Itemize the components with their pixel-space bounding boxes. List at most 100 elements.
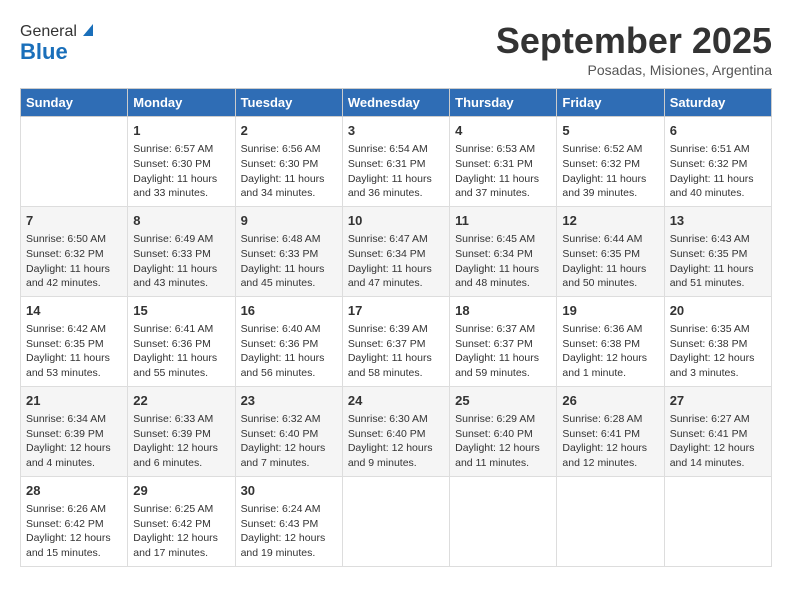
calendar-cell bbox=[450, 476, 557, 566]
day-info: Sunrise: 6:25 AM Sunset: 6:42 PM Dayligh… bbox=[133, 502, 229, 561]
col-header-thursday: Thursday bbox=[450, 89, 557, 117]
day-number: 27 bbox=[670, 392, 766, 410]
calendar-cell: 27 Sunrise: 6:27 AM Sunset: 6:41 PM Dayli… bbox=[664, 386, 771, 476]
calendar-cell: 17 Sunrise: 6:39 AM Sunset: 6:37 PM Dayli… bbox=[342, 296, 449, 386]
day-number: 19 bbox=[562, 302, 658, 320]
day-info: Sunrise: 6:50 AM Sunset: 6:32 PM Dayligh… bbox=[26, 232, 122, 291]
day-number: 24 bbox=[348, 392, 444, 410]
day-number: 7 bbox=[26, 212, 122, 230]
calendar-cell: 11 Sunrise: 6:45 AM Sunset: 6:34 PM Dayli… bbox=[450, 206, 557, 296]
day-info: Sunrise: 6:48 AM Sunset: 6:33 PM Dayligh… bbox=[241, 232, 337, 291]
calendar-cell: 29 Sunrise: 6:25 AM Sunset: 6:42 PM Dayli… bbox=[128, 476, 235, 566]
day-info: Sunrise: 6:28 AM Sunset: 6:41 PM Dayligh… bbox=[562, 412, 658, 471]
week-row-4: 21 Sunrise: 6:34 AM Sunset: 6:39 PM Dayli… bbox=[21, 386, 772, 476]
calendar-cell: 1Sunrise: 6:57 AM Sunset: 6:30 PM Daylig… bbox=[128, 117, 235, 207]
week-row-3: 14Sunrise: 6:42 AM Sunset: 6:35 PM Dayli… bbox=[21, 296, 772, 386]
calendar-cell bbox=[21, 117, 128, 207]
calendar-cell: 9 Sunrise: 6:48 AM Sunset: 6:33 PM Daylig… bbox=[235, 206, 342, 296]
calendar-cell: 20 Sunrise: 6:35 AM Sunset: 6:38 PM Dayli… bbox=[664, 296, 771, 386]
day-info: Sunrise: 6:47 AM Sunset: 6:34 PM Dayligh… bbox=[348, 232, 444, 291]
week-row-5: 28Sunrise: 6:26 AM Sunset: 6:42 PM Dayli… bbox=[21, 476, 772, 566]
col-header-wednesday: Wednesday bbox=[342, 89, 449, 117]
logo: General Blue bbox=[20, 20, 97, 65]
day-number: 16 bbox=[241, 302, 337, 320]
calendar-header: SundayMondayTuesdayWednesdayThursdayFrid… bbox=[21, 89, 772, 117]
day-number: 23 bbox=[241, 392, 337, 410]
calendar-cell: 12 Sunrise: 6:44 AM Sunset: 6:35 PM Dayli… bbox=[557, 206, 664, 296]
day-number: 20 bbox=[670, 302, 766, 320]
day-info: Sunrise: 6:34 AM Sunset: 6:39 PM Dayligh… bbox=[26, 412, 122, 471]
col-header-saturday: Saturday bbox=[664, 89, 771, 117]
day-info: Sunrise: 6:54 AM Sunset: 6:31 PM Dayligh… bbox=[348, 142, 444, 201]
calendar-cell: 24 Sunrise: 6:30 AM Sunset: 6:40 PM Dayli… bbox=[342, 386, 449, 476]
day-info: Sunrise: 6:27 AM Sunset: 6:41 PM Dayligh… bbox=[670, 412, 766, 471]
calendar-cell: 25 Sunrise: 6:29 AM Sunset: 6:40 PM Dayli… bbox=[450, 386, 557, 476]
day-info: Sunrise: 6:51 AM Sunset: 6:32 PM Dayligh… bbox=[670, 142, 766, 201]
calendar-cell: 5 Sunrise: 6:52 AM Sunset: 6:32 PM Daylig… bbox=[557, 117, 664, 207]
day-number: 5 bbox=[562, 122, 658, 140]
calendar-cell: 8Sunrise: 6:49 AM Sunset: 6:33 PM Daylig… bbox=[128, 206, 235, 296]
day-info: Sunrise: 6:52 AM Sunset: 6:32 PM Dayligh… bbox=[562, 142, 658, 201]
day-number: 15 bbox=[133, 302, 229, 320]
week-row-2: 7 Sunrise: 6:50 AM Sunset: 6:32 PM Daylig… bbox=[21, 206, 772, 296]
calendar-cell: 22Sunrise: 6:33 AM Sunset: 6:39 PM Dayli… bbox=[128, 386, 235, 476]
calendar-table: SundayMondayTuesdayWednesdayThursdayFrid… bbox=[20, 88, 772, 567]
day-number: 28 bbox=[26, 482, 122, 500]
day-info: Sunrise: 6:29 AM Sunset: 6:40 PM Dayligh… bbox=[455, 412, 551, 471]
day-number: 17 bbox=[348, 302, 444, 320]
day-info: Sunrise: 6:37 AM Sunset: 6:37 PM Dayligh… bbox=[455, 322, 551, 381]
day-info: Sunrise: 6:45 AM Sunset: 6:34 PM Dayligh… bbox=[455, 232, 551, 291]
calendar-cell: 16 Sunrise: 6:40 AM Sunset: 6:36 PM Dayli… bbox=[235, 296, 342, 386]
calendar-cell: 23 Sunrise: 6:32 AM Sunset: 6:40 PM Dayli… bbox=[235, 386, 342, 476]
day-info: Sunrise: 6:40 AM Sunset: 6:36 PM Dayligh… bbox=[241, 322, 337, 381]
day-number: 6 bbox=[670, 122, 766, 140]
day-info: Sunrise: 6:56 AM Sunset: 6:30 PM Dayligh… bbox=[241, 142, 337, 201]
calendar-cell: 26 Sunrise: 6:28 AM Sunset: 6:41 PM Dayli… bbox=[557, 386, 664, 476]
col-header-monday: Monday bbox=[128, 89, 235, 117]
day-info: Sunrise: 6:53 AM Sunset: 6:31 PM Dayligh… bbox=[455, 142, 551, 201]
day-info: Sunrise: 6:44 AM Sunset: 6:35 PM Dayligh… bbox=[562, 232, 658, 291]
logo-icon bbox=[79, 20, 97, 38]
day-number: 26 bbox=[562, 392, 658, 410]
day-info: Sunrise: 6:32 AM Sunset: 6:40 PM Dayligh… bbox=[241, 412, 337, 471]
col-header-tuesday: Tuesday bbox=[235, 89, 342, 117]
calendar-cell bbox=[557, 476, 664, 566]
day-info: Sunrise: 6:57 AM Sunset: 6:30 PM Dayligh… bbox=[133, 142, 229, 201]
col-header-friday: Friday bbox=[557, 89, 664, 117]
calendar-cell: 19Sunrise: 6:36 AM Sunset: 6:38 PM Dayli… bbox=[557, 296, 664, 386]
day-number: 9 bbox=[241, 212, 337, 230]
day-info: Sunrise: 6:24 AM Sunset: 6:43 PM Dayligh… bbox=[241, 502, 337, 561]
day-number: 29 bbox=[133, 482, 229, 500]
calendar-cell: 18 Sunrise: 6:37 AM Sunset: 6:37 PM Dayli… bbox=[450, 296, 557, 386]
day-info: Sunrise: 6:49 AM Sunset: 6:33 PM Dayligh… bbox=[133, 232, 229, 291]
day-number: 4 bbox=[455, 122, 551, 140]
day-number: 22 bbox=[133, 392, 229, 410]
day-number: 2 bbox=[241, 122, 337, 140]
calendar-cell: 30Sunrise: 6:24 AM Sunset: 6:43 PM Dayli… bbox=[235, 476, 342, 566]
calendar-cell: 10Sunrise: 6:47 AM Sunset: 6:34 PM Dayli… bbox=[342, 206, 449, 296]
day-info: Sunrise: 6:39 AM Sunset: 6:37 PM Dayligh… bbox=[348, 322, 444, 381]
day-number: 12 bbox=[562, 212, 658, 230]
day-info: Sunrise: 6:35 AM Sunset: 6:38 PM Dayligh… bbox=[670, 322, 766, 381]
calendar-cell: 7 Sunrise: 6:50 AM Sunset: 6:32 PM Daylig… bbox=[21, 206, 128, 296]
page-header: General Blue September 2025 Posadas, Mis… bbox=[20, 20, 772, 78]
calendar-cell: 28Sunrise: 6:26 AM Sunset: 6:42 PM Dayli… bbox=[21, 476, 128, 566]
day-info: Sunrise: 6:43 AM Sunset: 6:35 PM Dayligh… bbox=[670, 232, 766, 291]
day-number: 11 bbox=[455, 212, 551, 230]
day-info: Sunrise: 6:41 AM Sunset: 6:36 PM Dayligh… bbox=[133, 322, 229, 381]
day-number: 21 bbox=[26, 392, 122, 410]
calendar-cell: 4 Sunrise: 6:53 AM Sunset: 6:31 PM Daylig… bbox=[450, 117, 557, 207]
logo-general-text: General bbox=[20, 23, 77, 41]
calendar-cell: 21 Sunrise: 6:34 AM Sunset: 6:39 PM Dayli… bbox=[21, 386, 128, 476]
calendar-cell: 6 Sunrise: 6:51 AM Sunset: 6:32 PM Daylig… bbox=[664, 117, 771, 207]
calendar-cell: 15 Sunrise: 6:41 AM Sunset: 6:36 PM Dayli… bbox=[128, 296, 235, 386]
day-number: 18 bbox=[455, 302, 551, 320]
day-number: 25 bbox=[455, 392, 551, 410]
title-block: September 2025 Posadas, Misiones, Argent… bbox=[496, 20, 772, 78]
calendar-cell: 14Sunrise: 6:42 AM Sunset: 6:35 PM Dayli… bbox=[21, 296, 128, 386]
week-row-1: 1Sunrise: 6:57 AM Sunset: 6:30 PM Daylig… bbox=[21, 117, 772, 207]
calendar-cell: 2 Sunrise: 6:56 AM Sunset: 6:30 PM Daylig… bbox=[235, 117, 342, 207]
location-subtitle: Posadas, Misiones, Argentina bbox=[496, 62, 772, 78]
day-number: 14 bbox=[26, 302, 122, 320]
day-info: Sunrise: 6:30 AM Sunset: 6:40 PM Dayligh… bbox=[348, 412, 444, 471]
